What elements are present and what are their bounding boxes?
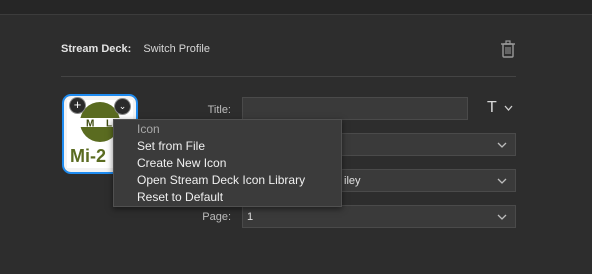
inspector-header: Stream Deck: Switch Profile <box>61 43 210 55</box>
svg-text:L: L <box>106 119 112 130</box>
menu-item-reset-to-default[interactable]: Reset to Default <box>137 190 223 204</box>
icon-preview-label: Mi-2 <box>70 146 106 166</box>
menu-item-create-new-icon[interactable]: Create New Icon <box>137 156 226 170</box>
header-divider <box>61 76 516 77</box>
chevron-down-icon <box>497 178 507 184</box>
title-format-button[interactable]: T <box>487 99 513 117</box>
plugin-name: Stream Deck: <box>61 43 132 55</box>
title-input[interactable] <box>242 97 468 120</box>
svg-text:M: M <box>86 119 94 130</box>
page-select-value: 1 <box>247 210 254 223</box>
add-icon-button[interactable]: + <box>70 98 85 113</box>
action-name: Switch Profile <box>143 43 210 55</box>
chevron-down-icon <box>497 214 507 220</box>
icon-context-menu: Icon Set from File Create New Icon Open … <box>113 119 342 207</box>
menu-item-open-icon-library[interactable]: Open Stream Deck Icon Library <box>137 173 305 187</box>
trash-icon[interactable] <box>500 40 516 58</box>
icon-menu-button[interactable]: ⌄ <box>115 99 130 114</box>
chevron-down-icon <box>497 142 507 148</box>
menu-header-icon: Icon <box>137 122 160 136</box>
menu-item-set-from-file[interactable]: Set from File <box>137 139 205 153</box>
page-select[interactable]: 1 <box>242 205 516 228</box>
window-top-strip <box>0 0 592 15</box>
text-format-icon: T <box>487 99 497 116</box>
title-label: Title: <box>207 104 231 116</box>
page-label: Page: <box>202 211 231 223</box>
profile-select-value: iley <box>344 174 361 187</box>
chevron-down-icon <box>504 105 513 111</box>
